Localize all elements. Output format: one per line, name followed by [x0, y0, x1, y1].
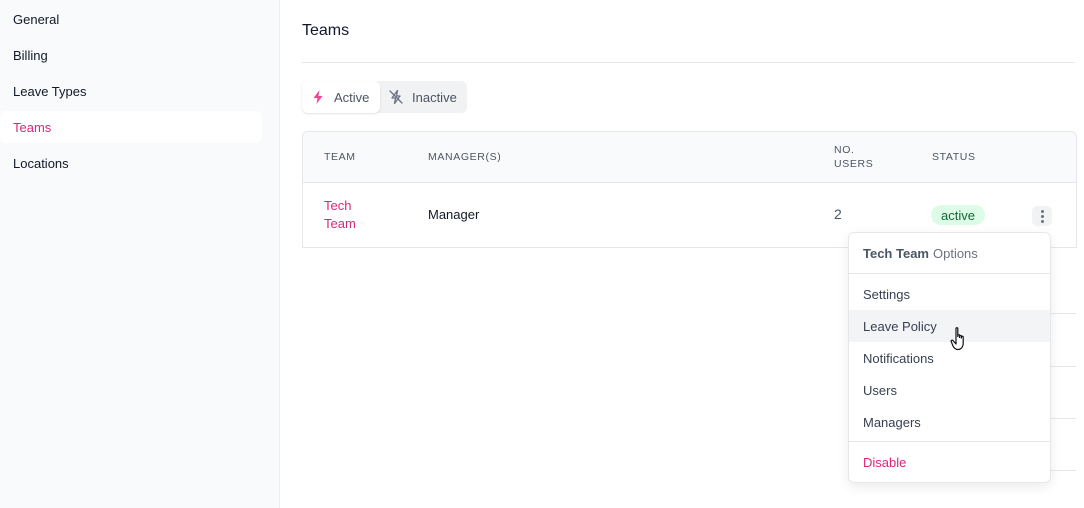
filter-active-label: Active [334, 89, 370, 105]
teams-table: TEAM MANAGER(S) NO. USERS STATUS Tech Te… [302, 131, 1077, 248]
sidebar-item-leave-types[interactable]: Leave Types [0, 75, 262, 107]
filter-inactive-label: Inactive [412, 89, 457, 105]
lightning-slash-icon [389, 89, 403, 105]
column-header-users: NO. USERS [834, 143, 884, 171]
column-header-team: TEAM [324, 151, 356, 163]
column-header-users-line1: NO. [834, 144, 855, 156]
row-options-button[interactable] [1032, 206, 1052, 226]
menu-options-group: Settings Leave Policy Notifications User… [849, 274, 1050, 442]
more-vertical-icon [1040, 209, 1044, 213]
filter-active-button[interactable]: Active [302, 81, 380, 113]
filter-inactive-button[interactable]: Inactive [380, 81, 465, 113]
menu-header-team: Tech Team [863, 245, 929, 261]
team-name-link[interactable]: Tech Team [324, 197, 374, 233]
status-filter-toggle: Active Inactive [302, 81, 467, 113]
table-header: TEAM MANAGER(S) NO. USERS STATUS [303, 132, 1076, 183]
sidebar-item-locations[interactable]: Locations [0, 147, 262, 179]
sidebar-item-teams[interactable]: Teams [0, 111, 262, 143]
team-manager: Manager [428, 207, 480, 222]
column-header-users-line2: USERS [834, 158, 874, 170]
title-divider [302, 62, 1075, 63]
lightning-icon [313, 90, 323, 104]
menu-header-suffix: Options [932, 245, 978, 261]
menu-item-disable[interactable]: Disable [849, 446, 1050, 478]
sidebar-item-general[interactable]: General [0, 3, 262, 35]
menu-item-users[interactable]: Users [849, 374, 1050, 406]
menu-item-managers[interactable]: Managers [849, 406, 1050, 438]
sidebar-item-billing[interactable]: Billing [0, 39, 262, 71]
more-vertical-icon [1040, 219, 1044, 223]
team-options-menu: Tech Team Options Settings Leave Policy … [848, 232, 1051, 483]
menu-header: Tech Team Options [849, 233, 1050, 274]
menu-item-settings[interactable]: Settings [849, 278, 1050, 310]
page-title: Teams [302, 22, 350, 39]
team-user-count: 2 [834, 206, 842, 222]
menu-danger-group: Disable [849, 442, 1050, 478]
more-vertical-icon [1040, 214, 1044, 218]
status-badge: active [931, 205, 985, 225]
hand-pointer-icon [950, 327, 964, 351]
column-header-status: STATUS [932, 151, 976, 163]
settings-sidebar: General Billing Leave Types Teams Locati… [0, 0, 280, 508]
column-header-managers: MANAGER(S) [428, 151, 502, 163]
